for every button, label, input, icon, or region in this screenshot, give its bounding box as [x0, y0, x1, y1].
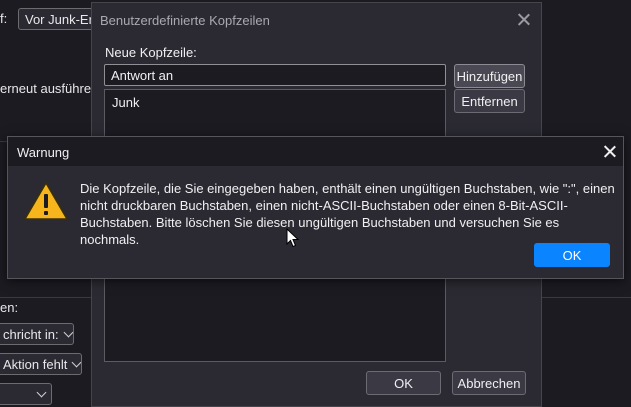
background-label: f:	[0, 11, 8, 26]
new-header-input[interactable]: Antwort an	[104, 64, 446, 86]
background-divider	[542, 297, 631, 298]
cancel-button[interactable]: Abbrechen	[452, 371, 526, 395]
background-select-label: Aktion fehlt	[3, 356, 68, 372]
background-select-label: chricht in:	[3, 326, 59, 342]
warning-title: Warnung	[17, 145, 70, 160]
chevron-down-icon	[36, 387, 47, 397]
background-label: en:	[0, 300, 19, 315]
background-select[interactable]	[0, 383, 52, 405]
background-select-label: Vor Junk-Erk	[25, 11, 98, 27]
remove-button[interactable]: Entfernen	[454, 89, 525, 113]
chevron-down-icon	[63, 327, 73, 337]
close-icon[interactable]	[515, 11, 533, 29]
background-text: erneut ausführen	[0, 81, 99, 96]
warning-message: Die Kopfzeile, die Sie eingegeben haben,…	[80, 181, 615, 247]
warning-triangle-icon	[24, 182, 68, 220]
list-item[interactable]: Junk	[112, 95, 139, 110]
close-icon[interactable]	[601, 143, 619, 161]
background-select[interactable]: Vor Junk-Erk	[18, 8, 98, 30]
warning-titlebar: Warnung	[8, 137, 623, 166]
background-select[interactable]: Aktion fehlt	[0, 353, 82, 375]
warning-dialog: Warnung Die Kopfzeile, die Sie eingegebe…	[7, 136, 624, 279]
new-header-label: Neue Kopfzeile:	[105, 45, 197, 60]
chevron-down-icon	[71, 357, 81, 367]
background-divider	[0, 297, 91, 298]
ok-button[interactable]: OK	[366, 371, 441, 395]
warning-ok-button[interactable]: OK	[534, 243, 610, 267]
add-button[interactable]: Hinzufügen	[454, 64, 525, 88]
dialog-title: Benutzerdefinierte Kopfzeilen	[100, 13, 270, 28]
background-select[interactable]: chricht in:	[0, 323, 74, 345]
mouse-cursor-icon	[286, 228, 300, 248]
